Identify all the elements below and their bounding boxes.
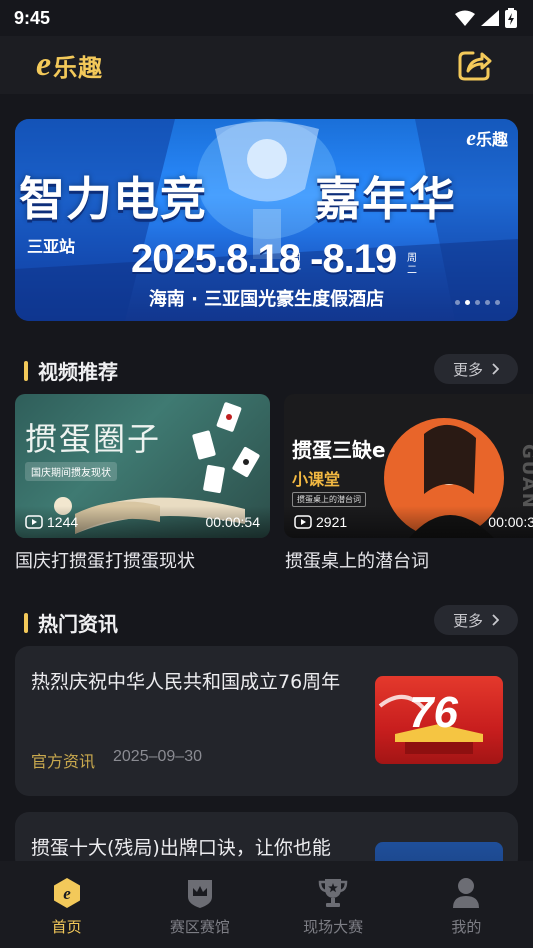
- news-1-title: 热烈庆祝中华人民共和国成立76周年: [31, 671, 341, 693]
- news-2-title: 掼蛋十大(残局)出牌口诀，让你也能: [31, 837, 331, 859]
- video-card-2[interactable]: GUAN 掼蛋三缺e 小课堂 掼蛋桌上的潜台词 2921 00:00:3: [284, 394, 533, 538]
- news-1-source: 官方资讯: [31, 752, 96, 771]
- banner-page-dot[interactable]: [475, 300, 480, 305]
- banner-page-dot[interactable]: [455, 300, 460, 305]
- video-1-cover-title: 掼蛋圈子: [25, 420, 162, 458]
- tab-home-label: 首页: [51, 918, 82, 936]
- bottom-tab-bar: e 首页 赛区赛馆 现场大赛 我的: [0, 861, 533, 948]
- video-2-cover-side-text: GUAN: [518, 444, 533, 510]
- banner-logo-e: e: [466, 125, 476, 150]
- news-1-date: 2025–09–30: [113, 748, 202, 765]
- news-more-label: 更多: [452, 611, 483, 630]
- video-more-button[interactable]: 更多: [434, 354, 518, 384]
- logo-text: 乐趣: [53, 53, 104, 82]
- video-card-1[interactable]: 掼蛋圈子 国庆期间掼友现状 1244 00:00:54: [15, 394, 270, 538]
- banner-page-dot[interactable]: [495, 300, 500, 305]
- video-1-views: 1244: [25, 514, 78, 530]
- app-header: e 乐趣: [0, 36, 533, 94]
- svg-text:e: e: [63, 884, 71, 903]
- video-2-meta: 2921 00:00:3: [284, 506, 533, 538]
- crown-shield-icon: [187, 880, 212, 908]
- video-2-caption[interactable]: 掼蛋桌上的潜台词: [285, 547, 429, 573]
- section-accent-bar: [24, 360, 28, 381]
- video-1-cover-subtitle: 国庆期间掼友现状: [25, 462, 117, 481]
- banner-title-right: 嘉年华: [315, 172, 456, 226]
- share-button[interactable]: [455, 45, 495, 85]
- section-accent-bar: [24, 612, 28, 633]
- chevron-right-icon: [492, 614, 499, 626]
- banner-page-dot[interactable]: [485, 300, 490, 305]
- chevron-right-icon: [492, 363, 499, 375]
- video-2-cover-title: 掼蛋三缺e: [292, 438, 386, 462]
- video-2-view-count: 2921: [316, 514, 348, 530]
- video-2-cover-subtitle: 小课堂: [292, 470, 341, 489]
- video-2-duration: 00:00:3: [488, 514, 533, 530]
- share-icon: [458, 51, 492, 81]
- status-icons: [455, 8, 517, 28]
- tab-home[interactable]: e 首页: [0, 861, 133, 948]
- play-count-icon: [294, 515, 312, 529]
- banner-logo: e 乐趣: [466, 125, 508, 151]
- video-2-cover-tag: 掼蛋桌上的潜台词: [292, 492, 366, 507]
- profile-icon: [453, 878, 480, 908]
- promo-banner[interactable]: e 乐趣 智力电竞 嘉年华 三亚站 2025.8.18 -8.19 周一 周二 …: [15, 119, 518, 321]
- battery-icon: [505, 8, 517, 28]
- video-1-duration: 00:00:54: [205, 514, 261, 530]
- video-more-label: 更多: [452, 360, 483, 379]
- tab-profile-label: 我的: [451, 918, 482, 936]
- banner-logo-text: 乐趣: [475, 130, 508, 149]
- video-section-header: 视频推荐: [24, 356, 118, 385]
- news-1-thumbnail: 76: [375, 676, 503, 764]
- video-1-caption[interactable]: 国庆打掼蛋打掼蛋现状: [15, 547, 195, 573]
- banner-pagination: [455, 300, 500, 305]
- play-count-icon: [25, 515, 43, 529]
- home-icon: e: [53, 878, 80, 908]
- news-1-thumbnail-number: 76: [409, 688, 458, 737]
- banner-date: 2025.8.18 -8.19: [131, 237, 397, 281]
- banner-station: 三亚站: [27, 237, 76, 256]
- tab-venues-label: 赛区赛馆: [169, 918, 230, 936]
- status-time: 9:45: [14, 7, 51, 28]
- banner-title-left: 智力电竞: [19, 172, 207, 226]
- banner-weekday-2: 周二: [407, 253, 417, 276]
- logo-e: e: [36, 46, 52, 83]
- wifi-icon: [455, 10, 475, 26]
- video-1-meta: 1244 00:00:54: [15, 506, 270, 538]
- tab-profile[interactable]: 我的: [400, 861, 533, 948]
- app-logo: e 乐趣: [36, 48, 103, 83]
- news-section-header: 热门资讯: [24, 608, 118, 637]
- news-more-button[interactable]: 更多: [434, 605, 518, 635]
- signal-icon: [481, 10, 499, 26]
- video-2-views: 2921: [294, 514, 347, 530]
- status-bar: 9:45: [0, 0, 533, 36]
- trophy-icon: [318, 879, 348, 907]
- video-section-title: 视频推荐: [38, 360, 118, 384]
- news-section-title: 热门资讯: [38, 612, 118, 636]
- banner-weekday-1: 周一: [291, 253, 301, 276]
- video-1-view-count: 1244: [47, 514, 79, 530]
- tab-live-match[interactable]: 现场大赛: [267, 861, 400, 948]
- banner-venue: 海南 · 三亚国光豪生度假酒店: [148, 289, 385, 310]
- news-card-1[interactable]: 热烈庆祝中华人民共和国成立76周年 官方资讯 2025–09–30 76: [15, 646, 518, 796]
- tab-live-match-label: 现场大赛: [303, 918, 364, 936]
- banner-page-dot[interactable]: [465, 300, 470, 305]
- tab-venues[interactable]: 赛区赛馆: [133, 861, 266, 948]
